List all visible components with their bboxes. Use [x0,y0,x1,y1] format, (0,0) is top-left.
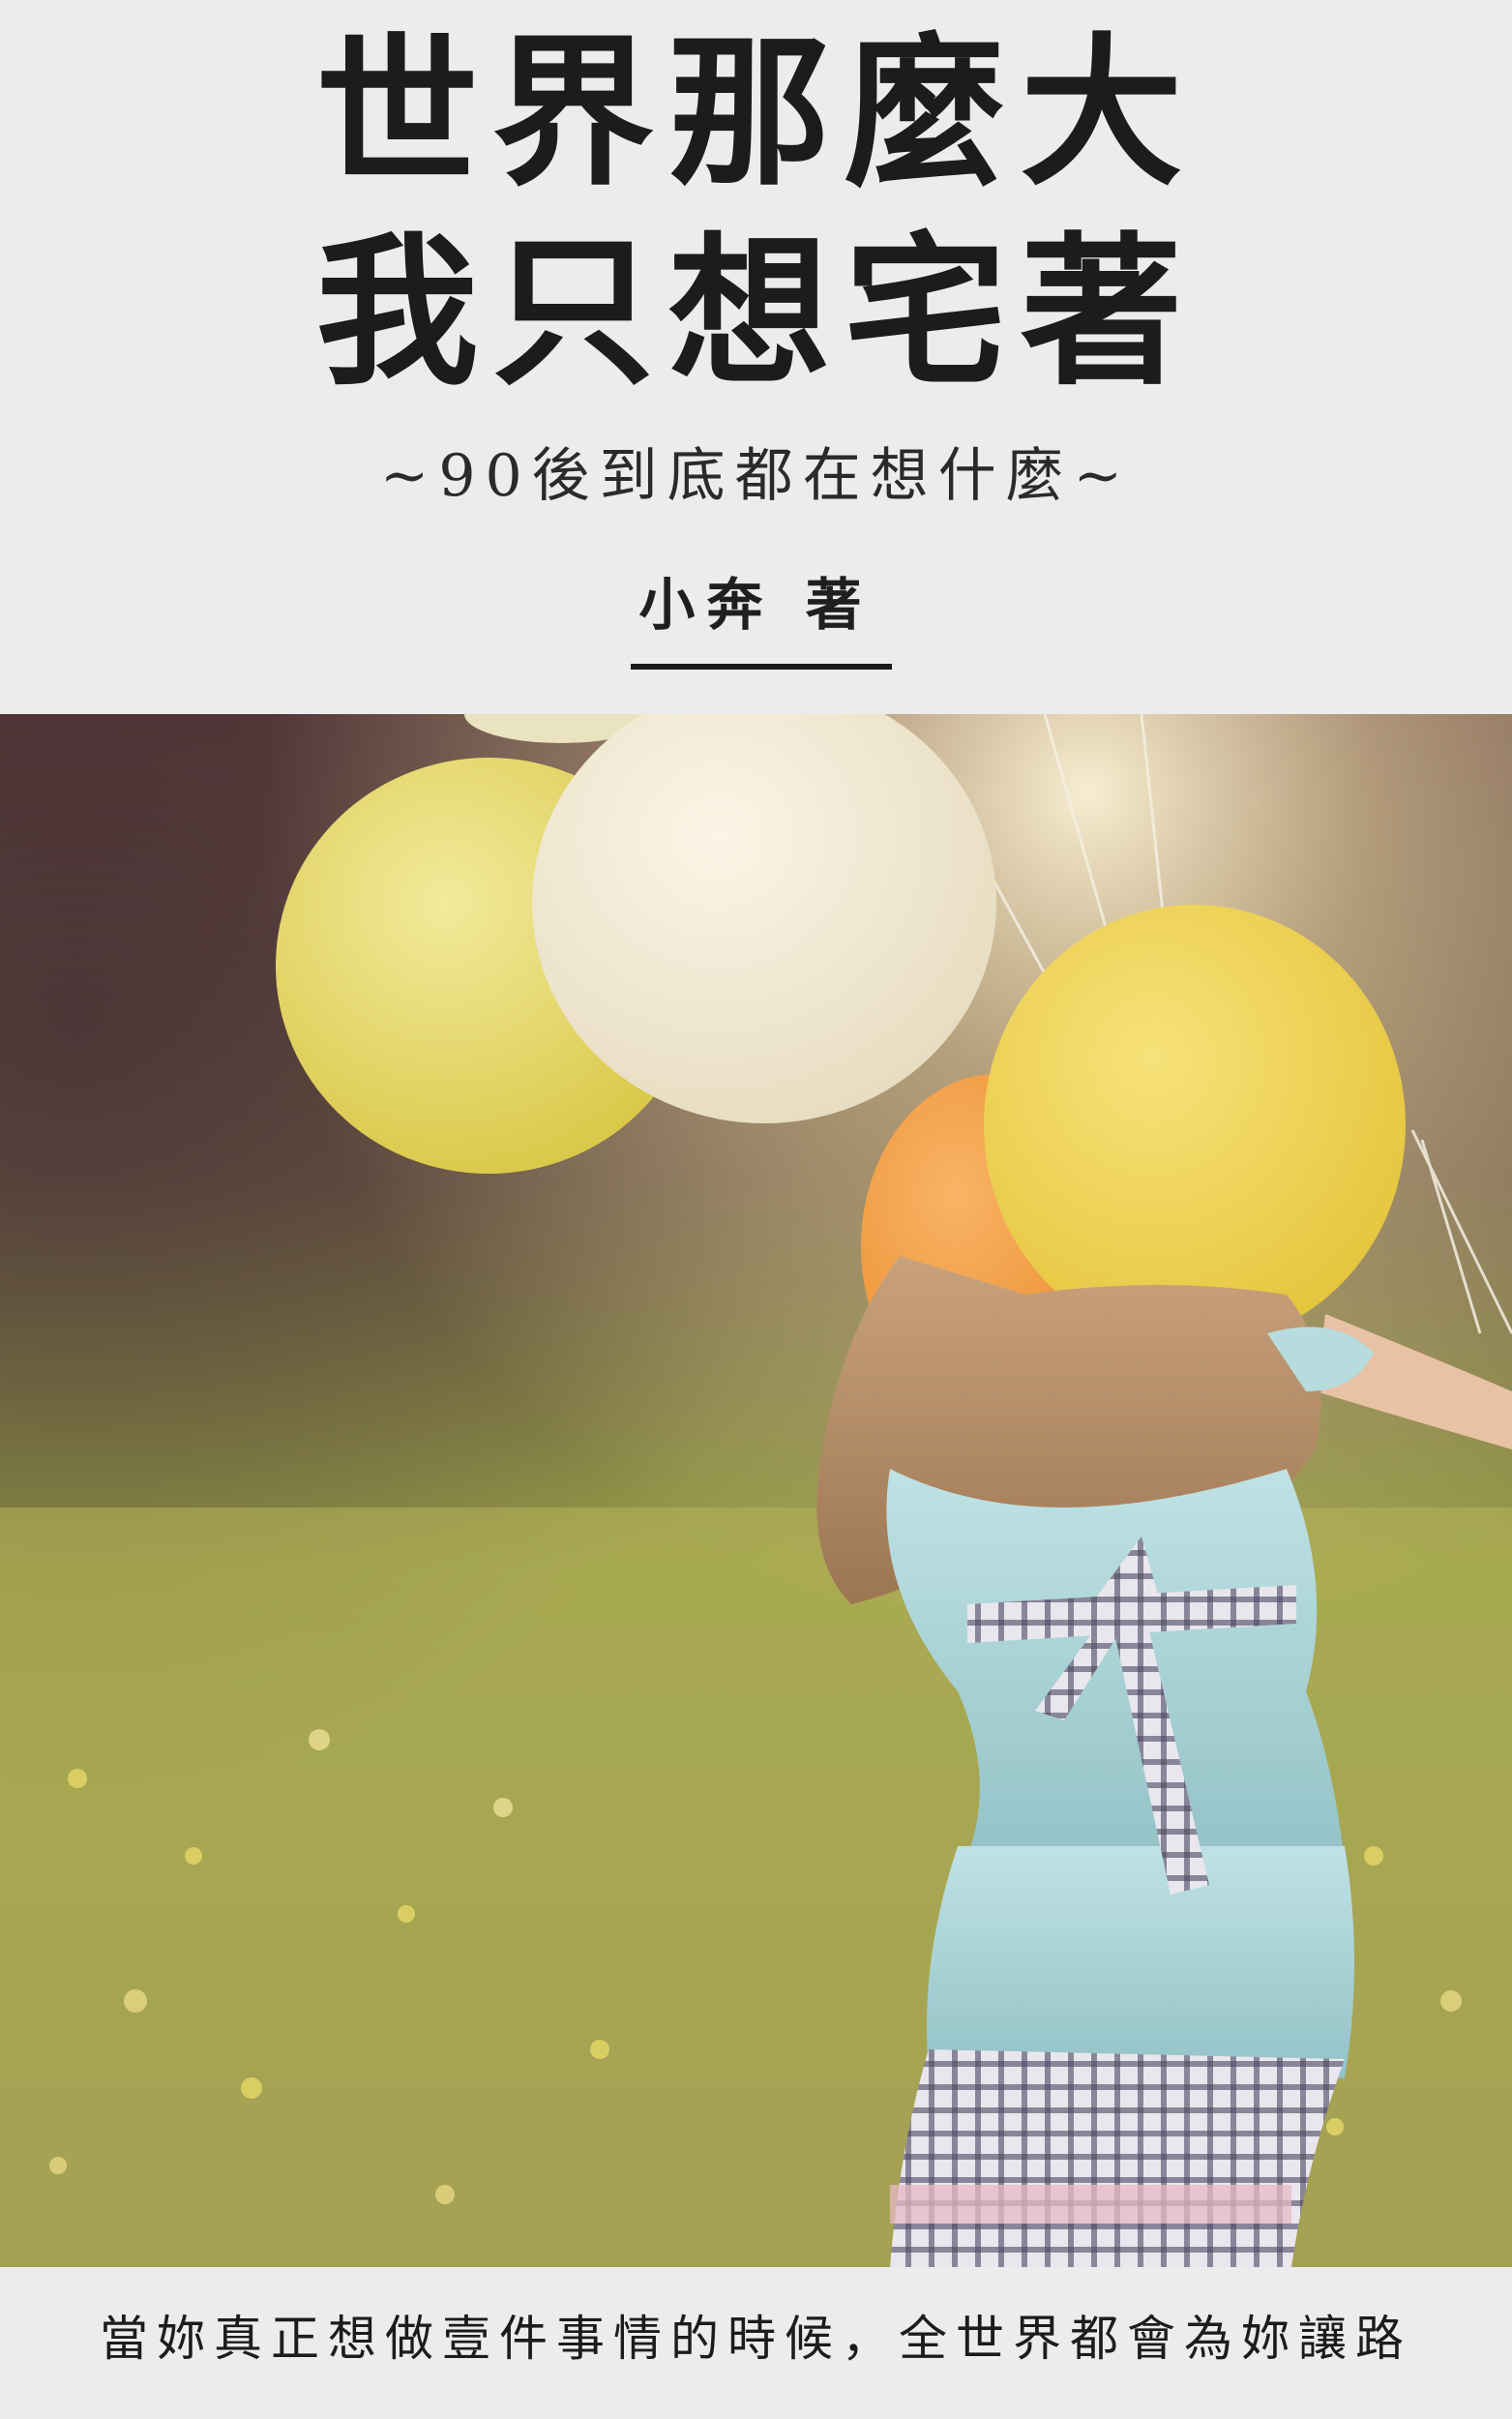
cover-photo [0,714,1512,2267]
girl-with-balloons-illustration [0,714,1512,2267]
cover-footer: 當妳真正想做壹件事情的時候，全世界都會為妳讓路 [0,2267,1512,2419]
author-name: 小奔 著 [638,572,874,638]
author-underline [631,664,892,670]
tagline: 當妳真正想做壹件事情的時候，全世界都會為妳讓路 [100,2311,1412,2367]
title-line-1: 世界那麼大 [315,16,1197,208]
cover-header: 世界那麼大 我只想宅著 ~90後到底都在想什麼~ 小奔 著 [0,0,1512,714]
subtitle: ~90後到底都在想什麼~ [380,442,1132,510]
title-line-2: 我只想宅著 [315,216,1197,407]
yellow-balloon-right [984,905,1406,1346]
